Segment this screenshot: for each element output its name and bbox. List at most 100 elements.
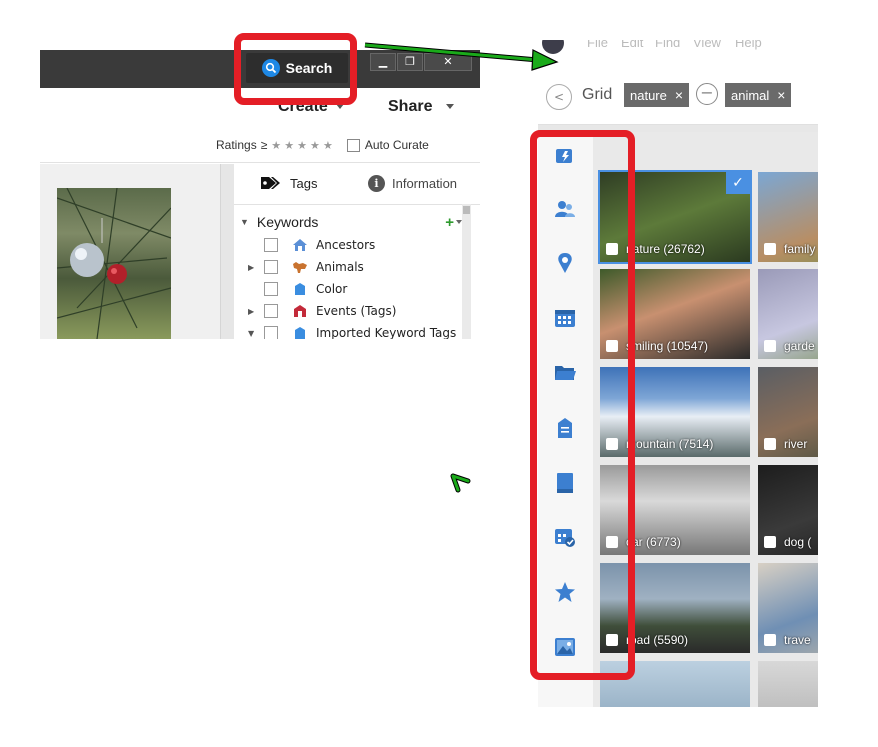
ratings-bar: Ratings ≥ ★ ★ ★ ★ ★ Auto Curate bbox=[40, 128, 480, 163]
collapse-icon: ▼ bbox=[240, 217, 249, 227]
panel-tabs: Tags i Information bbox=[234, 164, 480, 205]
keyword-checkbox[interactable] bbox=[264, 282, 278, 296]
tile-label: trave bbox=[764, 633, 811, 647]
tag-icon bbox=[292, 282, 308, 296]
restore-button[interactable]: ❐ bbox=[397, 53, 423, 71]
keyword-row[interactable]: ▼ Imported Keyword Tags bbox=[248, 322, 458, 339]
chip-label: animal bbox=[731, 87, 770, 103]
photo-thumbnail[interactable] bbox=[57, 188, 171, 339]
menu-item-view[interactable]: View bbox=[693, 40, 721, 50]
keyword-list: Ancestors ▶ Animals Color ▶ Events (Tags) ▼ Imp… bbox=[248, 234, 458, 339]
view-label: Grid bbox=[582, 86, 613, 103]
photo-tile[interactable] bbox=[758, 661, 818, 707]
tile-caption: family bbox=[784, 242, 816, 256]
menu-item-find[interactable]: Find bbox=[655, 40, 680, 50]
close-button[interactable]: ✕ bbox=[424, 53, 472, 71]
keyword-checkbox[interactable] bbox=[264, 260, 278, 274]
tags-panel: Tags i Information ▼ Keywords + Ancestor… bbox=[234, 164, 480, 339]
chevron-down-icon bbox=[446, 104, 455, 110]
keyword-checkbox[interactable] bbox=[264, 326, 278, 339]
minimize-button[interactable]: ▁ bbox=[370, 53, 396, 71]
keyword-checkbox[interactable] bbox=[264, 238, 278, 252]
tab-information[interactable]: i Information bbox=[368, 175, 457, 192]
tile-caption: road (5590) bbox=[626, 633, 689, 647]
photo-tile[interactable]: river bbox=[758, 367, 818, 457]
tile-caption: mountain (7514) bbox=[626, 437, 714, 451]
minimize-icon: ▁ bbox=[378, 55, 388, 68]
keyword-row[interactable]: Color bbox=[248, 278, 458, 300]
keyword-label: Color bbox=[316, 282, 348, 296]
keyword-scrollbar[interactable] bbox=[462, 204, 471, 339]
navigation-bar: < Grid nature × − animal × bbox=[538, 64, 818, 125]
photo-tile[interactable]: dog ( bbox=[758, 465, 818, 555]
menu-item-edit[interactable]: Edit bbox=[621, 40, 643, 50]
tile-caption: smiling (10547) bbox=[626, 339, 709, 353]
tile-caption: garde bbox=[784, 339, 815, 353]
tile-label: river bbox=[764, 437, 807, 451]
expander-icon[interactable]: ▼ bbox=[248, 329, 258, 338]
ratings-label: Ratings bbox=[216, 138, 257, 152]
keywords-header-label: Keywords bbox=[256, 214, 319, 230]
dog-icon bbox=[292, 260, 308, 274]
tile-label: dog ( bbox=[764, 535, 811, 549]
search-button-highlight bbox=[234, 33, 357, 105]
keyword-tag-icon bbox=[764, 340, 776, 352]
add-keyword-icon[interactable]: + bbox=[445, 214, 454, 231]
keyword-label: Events (Tags) bbox=[316, 304, 397, 318]
tile-caption: river bbox=[784, 437, 808, 451]
keyword-tag-icon bbox=[764, 438, 776, 450]
tab-tags[interactable]: Tags bbox=[260, 175, 317, 191]
keyword-label: Animals bbox=[316, 260, 364, 274]
share-menu[interactable]: Share bbox=[388, 98, 455, 116]
expander-icon[interactable]: ▶ bbox=[248, 263, 258, 272]
keyword-checkbox[interactable] bbox=[264, 304, 278, 318]
exclude-operator-icon[interactable]: − bbox=[696, 83, 718, 105]
tag-icon bbox=[292, 326, 308, 339]
house-icon bbox=[292, 238, 308, 252]
back-button[interactable]: < bbox=[546, 84, 572, 110]
keywords-header[interactable]: ▼ Keywords + bbox=[240, 212, 462, 232]
photo-tile[interactable]: trave bbox=[758, 563, 818, 653]
ornament-photo bbox=[57, 188, 171, 339]
keyword-row[interactable]: ▶ Animals bbox=[248, 256, 458, 278]
tile-label: family bbox=[764, 242, 815, 256]
event-icon bbox=[292, 304, 308, 318]
keyword-row[interactable]: Ancestors bbox=[248, 234, 458, 256]
share-label: Share bbox=[388, 98, 433, 115]
photo-tile[interactable]: garde bbox=[758, 269, 818, 359]
tile-label: garde bbox=[764, 339, 815, 353]
close-icon: ✕ bbox=[443, 55, 453, 68]
sidebar-highlight bbox=[530, 130, 635, 680]
auto-curate-label: Auto Curate bbox=[364, 138, 429, 152]
checkmark-icon[interactable]: ✓ bbox=[726, 172, 750, 194]
auto-curate-checkbox[interactable] bbox=[346, 138, 360, 152]
tab-information-label: Information bbox=[392, 176, 458, 191]
media-browser bbox=[40, 164, 220, 339]
menu-item-file[interactable]: File bbox=[587, 40, 608, 50]
remove-chip-icon[interactable]: × bbox=[777, 87, 785, 103]
expander-icon[interactable]: ▶ bbox=[248, 307, 258, 316]
ratings-operator: ≥ bbox=[260, 138, 268, 152]
keyword-row[interactable]: ▶ Events (Tags) bbox=[248, 300, 458, 322]
menu-item-help[interactable]: Help bbox=[735, 40, 762, 50]
chip-label: nature bbox=[630, 87, 667, 103]
keyword-tag-icon bbox=[764, 536, 776, 548]
tab-tags-label: Tags bbox=[290, 175, 318, 191]
search-chip-animal[interactable]: animal × bbox=[725, 83, 792, 107]
keyword-label: Imported Keyword Tags bbox=[316, 326, 457, 339]
back-icon: < bbox=[553, 90, 565, 104]
tile-caption: nature (26762) bbox=[626, 242, 705, 256]
tile-caption: trave bbox=[784, 633, 811, 647]
keyword-label: Ancestors bbox=[316, 238, 376, 252]
restore-icon: ❐ bbox=[405, 55, 415, 68]
tile-caption: dog ( bbox=[784, 535, 812, 549]
keyword-tag-icon bbox=[764, 634, 776, 646]
app-logo-icon bbox=[542, 40, 564, 54]
rating-stars[interactable]: ★ ★ ★ ★ ★ bbox=[271, 139, 333, 152]
info-icon: i bbox=[368, 175, 385, 192]
photo-tile[interactable]: family bbox=[758, 172, 818, 262]
remove-chip-icon[interactable]: × bbox=[675, 87, 683, 103]
keyword-tag-icon bbox=[764, 243, 776, 255]
search-chip-nature[interactable]: nature × bbox=[624, 83, 690, 107]
tags-icon bbox=[261, 177, 280, 189]
